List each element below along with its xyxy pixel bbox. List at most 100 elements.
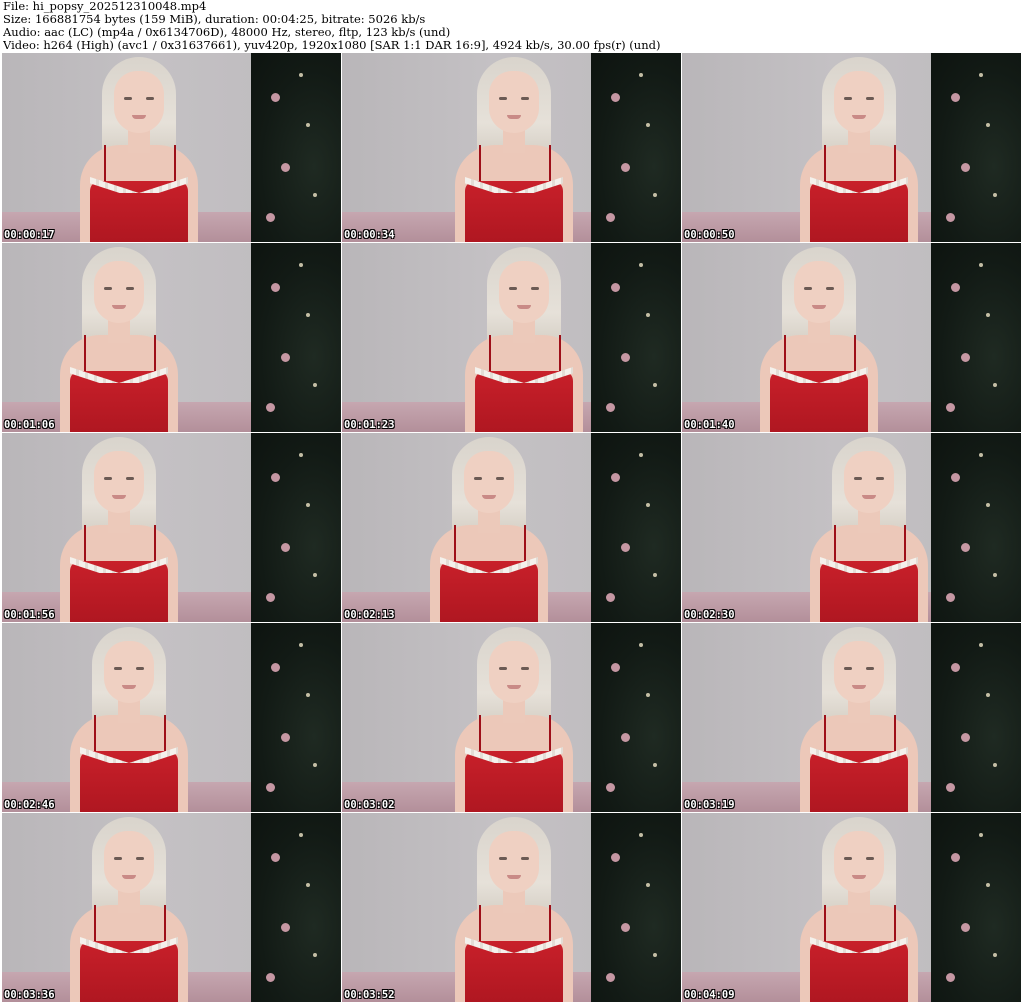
eye bbox=[126, 287, 134, 290]
ornament bbox=[653, 383, 657, 387]
woman-in-red-dress bbox=[52, 623, 202, 812]
ornament bbox=[313, 573, 317, 577]
ornament bbox=[653, 953, 657, 957]
ornament bbox=[646, 693, 650, 697]
strap bbox=[84, 525, 86, 565]
frame-timestamp: 00:01:06 bbox=[4, 419, 55, 431]
ornament bbox=[266, 973, 275, 982]
ornament bbox=[961, 353, 970, 362]
christmas-tree bbox=[931, 813, 1021, 1002]
video-frame-thumbnail: 00:02:30 bbox=[682, 433, 1021, 622]
woman-in-red-dress bbox=[437, 623, 587, 812]
dress bbox=[440, 561, 538, 622]
ornament bbox=[611, 93, 620, 102]
mouth bbox=[122, 685, 136, 689]
ornament bbox=[606, 783, 615, 792]
dress bbox=[475, 371, 573, 432]
eye bbox=[104, 287, 112, 290]
strap bbox=[824, 145, 826, 185]
eye bbox=[531, 287, 539, 290]
ornament bbox=[611, 853, 620, 862]
ornament bbox=[946, 403, 955, 412]
video-frame-thumbnail: 00:01:23 bbox=[342, 243, 681, 432]
christmas-tree bbox=[591, 243, 681, 432]
woman-in-red-dress bbox=[742, 243, 892, 432]
ornament bbox=[299, 833, 303, 837]
ornament bbox=[611, 663, 620, 672]
strap bbox=[894, 905, 896, 945]
ornament bbox=[621, 353, 630, 362]
woman-in-red-dress bbox=[62, 53, 212, 242]
ornament bbox=[639, 73, 643, 77]
ornament bbox=[986, 693, 990, 697]
ornament bbox=[946, 213, 955, 222]
dress bbox=[465, 941, 563, 1002]
ornament bbox=[281, 733, 290, 742]
ornament bbox=[606, 593, 615, 602]
christmas-tree bbox=[931, 53, 1021, 242]
ornament bbox=[266, 783, 275, 792]
dress bbox=[80, 751, 178, 812]
strap bbox=[549, 145, 551, 185]
ornament bbox=[979, 833, 983, 837]
face bbox=[104, 831, 154, 893]
eye bbox=[876, 477, 884, 480]
eye bbox=[136, 857, 144, 860]
frame-timestamp: 00:01:23 bbox=[344, 419, 395, 431]
video-frame-thumbnail: 00:03:52 bbox=[342, 813, 681, 1002]
ornament bbox=[621, 163, 630, 172]
file-info-header: File: hi_popsy_202512310048.mp4 Size: 16… bbox=[3, 0, 1021, 52]
ornament bbox=[946, 973, 955, 982]
video-frame-thumbnail: 00:04:09 bbox=[682, 813, 1021, 1002]
christmas-tree bbox=[931, 623, 1021, 812]
ornament bbox=[306, 503, 310, 507]
eye bbox=[104, 477, 112, 480]
face bbox=[489, 641, 539, 703]
ornament bbox=[639, 453, 643, 457]
ornament bbox=[979, 643, 983, 647]
eye bbox=[124, 97, 132, 100]
face bbox=[834, 71, 884, 133]
ornament bbox=[993, 573, 997, 577]
eye bbox=[126, 477, 134, 480]
frame-timestamp: 00:00:17 bbox=[4, 229, 55, 241]
strap bbox=[104, 145, 106, 185]
ornament bbox=[313, 953, 317, 957]
ornament bbox=[271, 283, 280, 292]
christmas-tree bbox=[931, 243, 1021, 432]
video-frame-thumbnail: 00:01:56 bbox=[2, 433, 341, 622]
christmas-tree bbox=[251, 53, 341, 242]
ornament bbox=[639, 833, 643, 837]
frame-timestamp: 00:03:02 bbox=[344, 799, 395, 811]
woman-in-red-dress bbox=[52, 813, 202, 1002]
frame-timestamp: 00:02:46 bbox=[4, 799, 55, 811]
ornament bbox=[653, 573, 657, 577]
eye bbox=[136, 667, 144, 670]
dress bbox=[80, 941, 178, 1002]
ornament bbox=[961, 543, 970, 552]
face bbox=[844, 451, 894, 513]
file-size-line: Size: 166881754 bytes (159 MiB), duratio… bbox=[3, 13, 426, 26]
strap bbox=[824, 715, 826, 755]
eye bbox=[509, 287, 517, 290]
face bbox=[489, 71, 539, 133]
strap bbox=[854, 335, 856, 375]
woman-in-red-dress bbox=[42, 243, 192, 432]
mouth bbox=[482, 495, 496, 499]
ornament bbox=[951, 853, 960, 862]
eye bbox=[114, 667, 122, 670]
frame-timestamp: 00:03:52 bbox=[344, 989, 395, 1001]
frame-timestamp: 00:01:56 bbox=[4, 609, 55, 621]
ornament bbox=[621, 733, 630, 742]
frame-timestamp: 00:02:13 bbox=[344, 609, 395, 621]
woman-in-red-dress bbox=[447, 243, 597, 432]
strap bbox=[524, 525, 526, 565]
face bbox=[94, 451, 144, 513]
ornament bbox=[993, 193, 997, 197]
eye bbox=[521, 667, 529, 670]
ornament bbox=[271, 93, 280, 102]
ornament bbox=[606, 213, 615, 222]
video-frame-thumbnail: 00:01:06 bbox=[2, 243, 341, 432]
mouth bbox=[852, 685, 866, 689]
eye bbox=[866, 857, 874, 860]
